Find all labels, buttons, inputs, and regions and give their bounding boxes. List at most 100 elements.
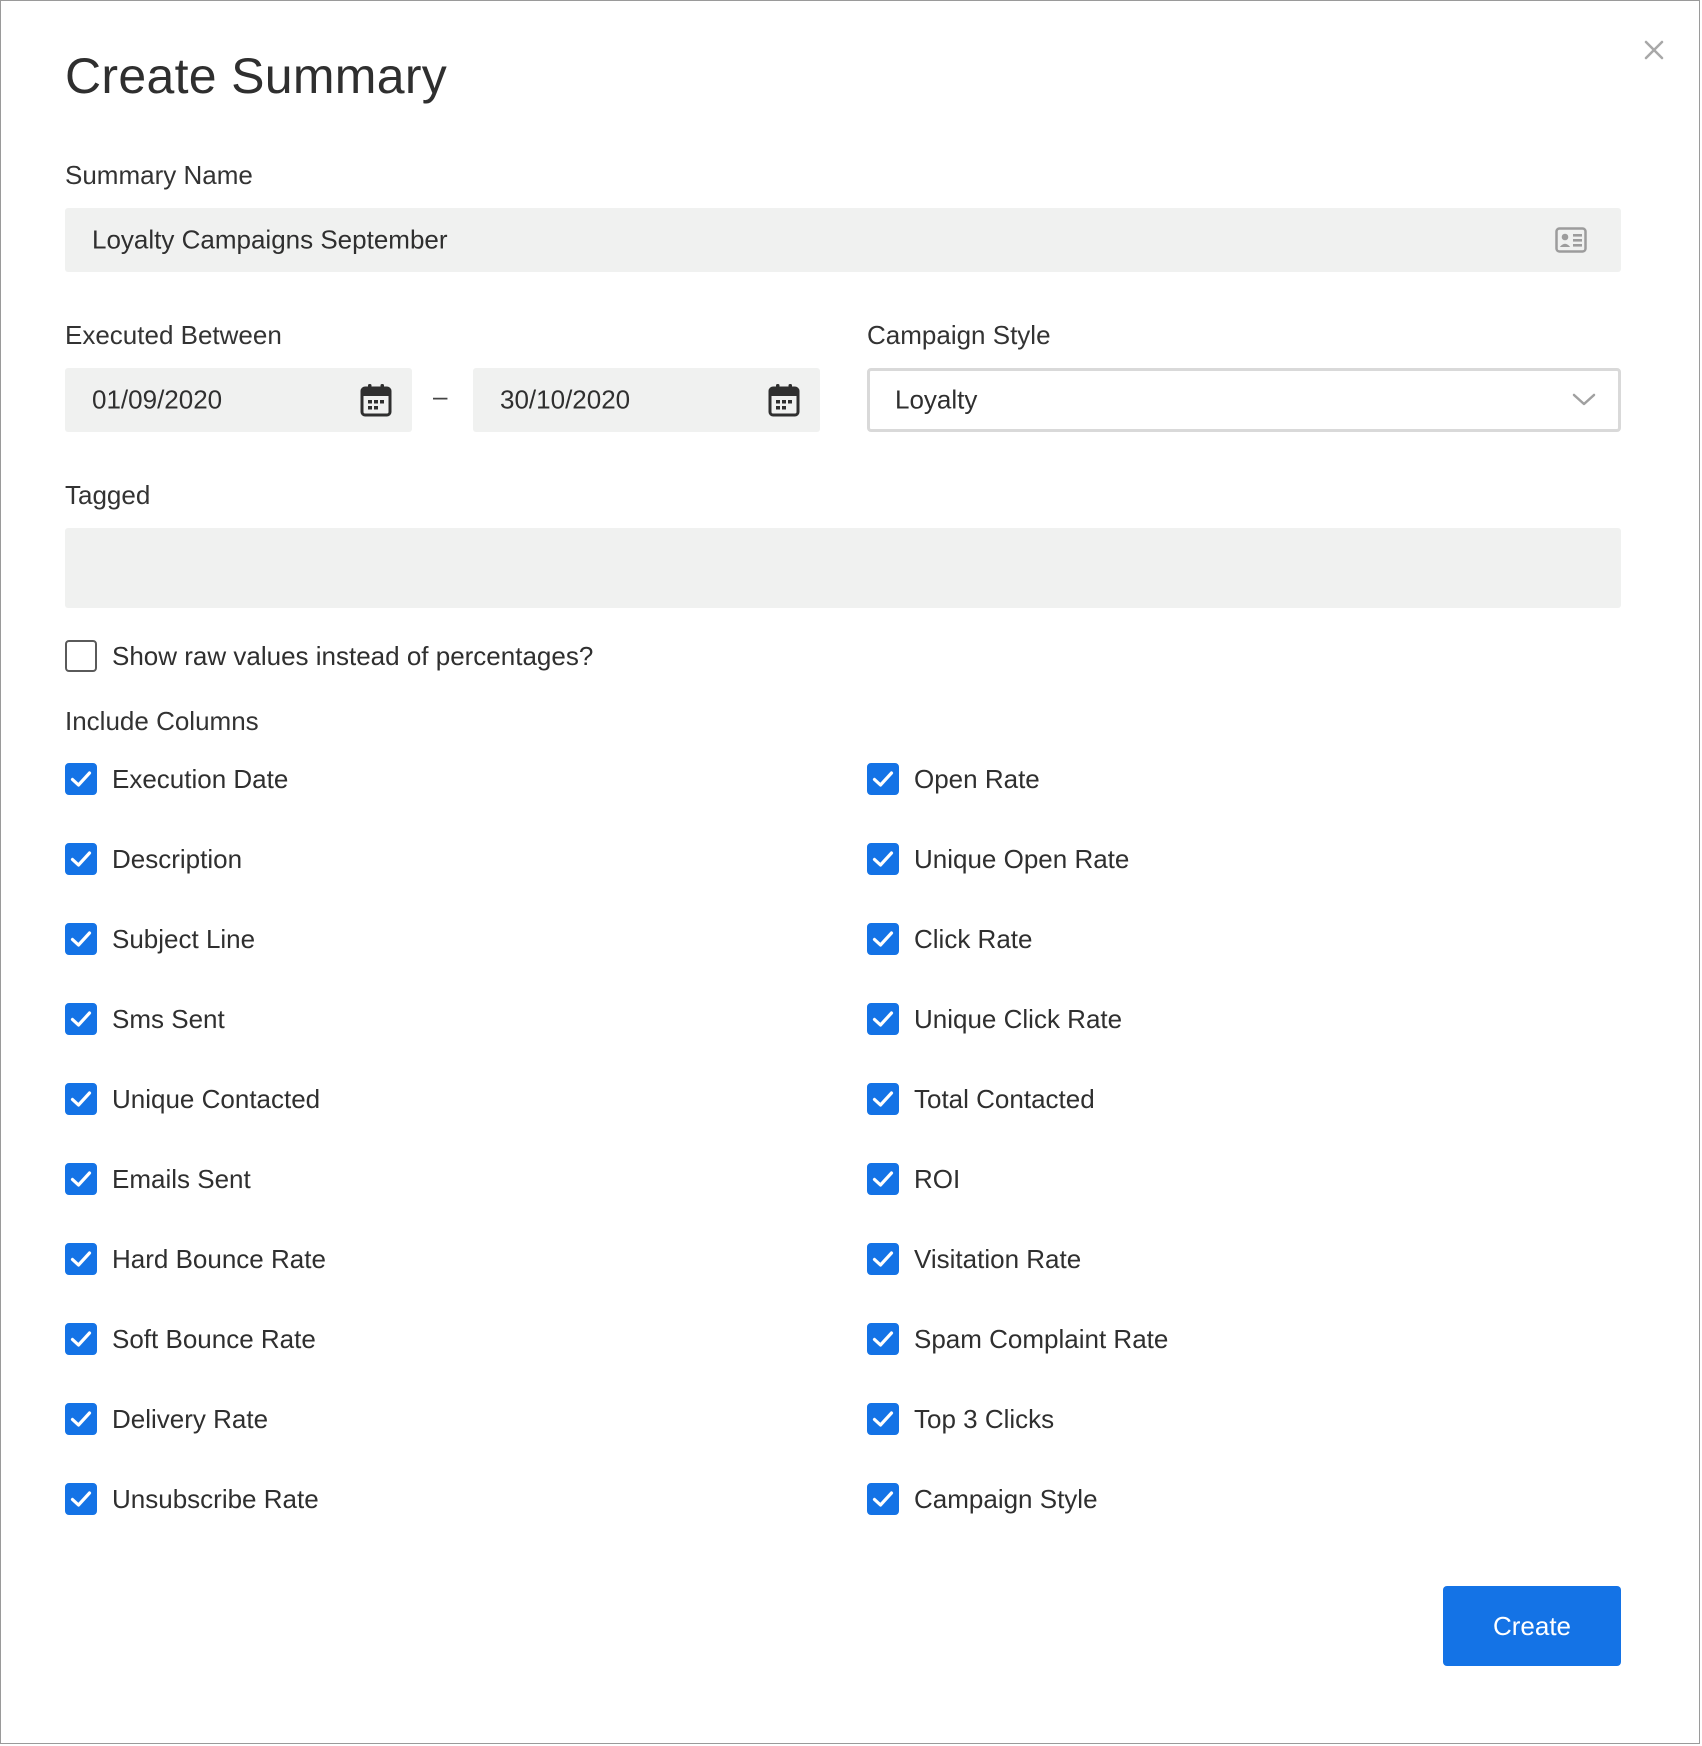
column-option-label: Soft Bounce Rate [112, 1323, 316, 1354]
column-checkbox[interactable] [65, 843, 97, 875]
campaign-style-label: Campaign Style [867, 320, 1051, 350]
column-option-label: Total Contacted [914, 1083, 1095, 1114]
column-checkbox[interactable] [867, 1003, 899, 1035]
column-checkbox[interactable] [867, 1483, 899, 1515]
column-checkbox[interactable] [65, 1083, 97, 1115]
checkmark-icon [872, 851, 894, 867]
column-option-label: Unique Open Rate [914, 843, 1130, 874]
checkmark-icon [872, 1411, 894, 1427]
column-option[interactable]: Click Rate [867, 919, 1032, 959]
summary-name-input[interactable]: Loyalty Campaigns September [65, 208, 1621, 272]
checkmark-icon [872, 1251, 894, 1267]
column-option[interactable]: Subject Line [65, 919, 255, 959]
column-option-label: Open Rate [914, 763, 1040, 794]
column-checkbox[interactable] [65, 1003, 97, 1035]
column-option-label: ROI [914, 1163, 961, 1194]
campaign-style-value: Loyalty [895, 384, 978, 415]
column-option-label: Delivery Rate [112, 1403, 269, 1434]
column-checkbox[interactable] [65, 1243, 97, 1275]
column-option[interactable]: Unique Click Rate [867, 999, 1122, 1039]
raw-values-label: Show raw values instead of percentages? [112, 640, 594, 671]
column-option-label: Sms Sent [112, 1003, 225, 1034]
checkmark-icon [70, 1011, 92, 1027]
column-option-label: Spam Complaint Rate [914, 1323, 1169, 1354]
checkmark-icon [872, 931, 894, 947]
column-option[interactable]: Total Contacted [867, 1079, 1095, 1119]
checkmark-icon [70, 1331, 92, 1347]
column-option[interactable]: Sms Sent [65, 999, 225, 1039]
column-checkbox[interactable] [867, 1163, 899, 1195]
column-option[interactable]: Open Rate [867, 759, 1040, 799]
checkmark-icon [70, 1251, 92, 1267]
column-option[interactable]: Campaign Style [867, 1479, 1098, 1519]
column-checkbox[interactable] [867, 923, 899, 955]
column-checkbox[interactable] [867, 1403, 899, 1435]
end-date-value: 30/10/2020 [500, 384, 631, 415]
calendar-icon[interactable] [360, 383, 392, 417]
column-checkbox[interactable] [65, 1483, 97, 1515]
campaign-style-select[interactable]: Loyalty [867, 368, 1621, 432]
column-option-label: Unsubscribe Rate [112, 1483, 319, 1514]
summary-name-label: Summary Name [65, 160, 253, 190]
column-option-label: Hard Bounce Rate [112, 1243, 326, 1274]
column-option[interactable]: ROI [867, 1159, 960, 1199]
column-option-label: Emails Sent [112, 1163, 251, 1194]
column-option[interactable]: Unsubscribe Rate [65, 1479, 319, 1519]
column-option[interactable]: Delivery Rate [65, 1399, 268, 1439]
column-checkbox[interactable] [867, 843, 899, 875]
checkmark-icon [70, 931, 92, 947]
checkmark-icon [872, 1011, 894, 1027]
start-date-input[interactable]: 01/09/2020 [65, 368, 412, 432]
raw-values-option[interactable]: Show raw values instead of percentages? [65, 636, 593, 676]
column-checkbox[interactable] [65, 1323, 97, 1355]
checkmark-icon [70, 1491, 92, 1507]
raw-values-checkbox[interactable] [65, 640, 97, 672]
executed-between-label: Executed Between [65, 320, 282, 350]
column-option-label: Campaign Style [914, 1483, 1098, 1514]
column-checkbox[interactable] [867, 1083, 899, 1115]
start-date-value: 01/09/2020 [92, 384, 223, 415]
checkmark-icon [70, 1091, 92, 1107]
column-option-label: Description [112, 843, 243, 874]
column-option-label: Unique Click Rate [914, 1003, 1123, 1034]
column-option-label: Unique Contacted [112, 1083, 321, 1114]
column-checkbox[interactable] [867, 1323, 899, 1355]
checkmark-icon [872, 1491, 894, 1507]
column-option[interactable]: Description [65, 839, 242, 879]
column-option[interactable]: Emails Sent [65, 1159, 251, 1199]
column-option[interactable]: Unique Open Rate [867, 839, 1129, 879]
calendar-icon[interactable] [768, 383, 800, 417]
column-option-label: Top 3 Clicks [914, 1403, 1055, 1434]
column-option-label: Visitation Rate [914, 1243, 1082, 1274]
column-checkbox[interactable] [65, 763, 97, 795]
column-option[interactable]: Soft Bounce Rate [65, 1319, 316, 1359]
column-option[interactable]: Visitation Rate [867, 1239, 1081, 1279]
checkmark-icon [872, 1171, 894, 1187]
column-checkbox[interactable] [867, 763, 899, 795]
column-option-label: Execution Date [112, 763, 289, 794]
checkmark-icon [70, 1411, 92, 1427]
column-checkbox[interactable] [65, 1163, 97, 1195]
tagged-input[interactable] [65, 528, 1621, 608]
column-option-label: Subject Line [112, 923, 256, 954]
column-option-label: Click Rate [914, 923, 1033, 954]
column-option[interactable]: Execution Date [65, 759, 288, 799]
checkmark-icon [70, 771, 92, 787]
column-option[interactable]: Top 3 Clicks [867, 1399, 1054, 1439]
column-option[interactable]: Unique Contacted [65, 1079, 320, 1119]
checkmark-icon [70, 1171, 92, 1187]
column-checkbox[interactable] [65, 923, 97, 955]
checkmark-icon [872, 1331, 894, 1347]
tagged-label: Tagged [65, 480, 151, 510]
create-button[interactable]: Create [1443, 1586, 1621, 1666]
create-summary-dialog: Create Summary Summary Name Loyalty Camp… [0, 0, 1700, 1744]
close-icon[interactable] [1637, 33, 1671, 67]
column-option[interactable]: Hard Bounce Rate [65, 1239, 326, 1279]
column-option[interactable]: Spam Complaint Rate [867, 1319, 1168, 1359]
checkmark-icon [872, 771, 894, 787]
column-checkbox[interactable] [65, 1403, 97, 1435]
end-date-input[interactable]: 30/10/2020 [473, 368, 820, 432]
column-checkbox[interactable] [867, 1243, 899, 1275]
summary-name-value: Loyalty Campaigns September [92, 224, 448, 255]
date-range-separator: – [433, 381, 448, 411]
